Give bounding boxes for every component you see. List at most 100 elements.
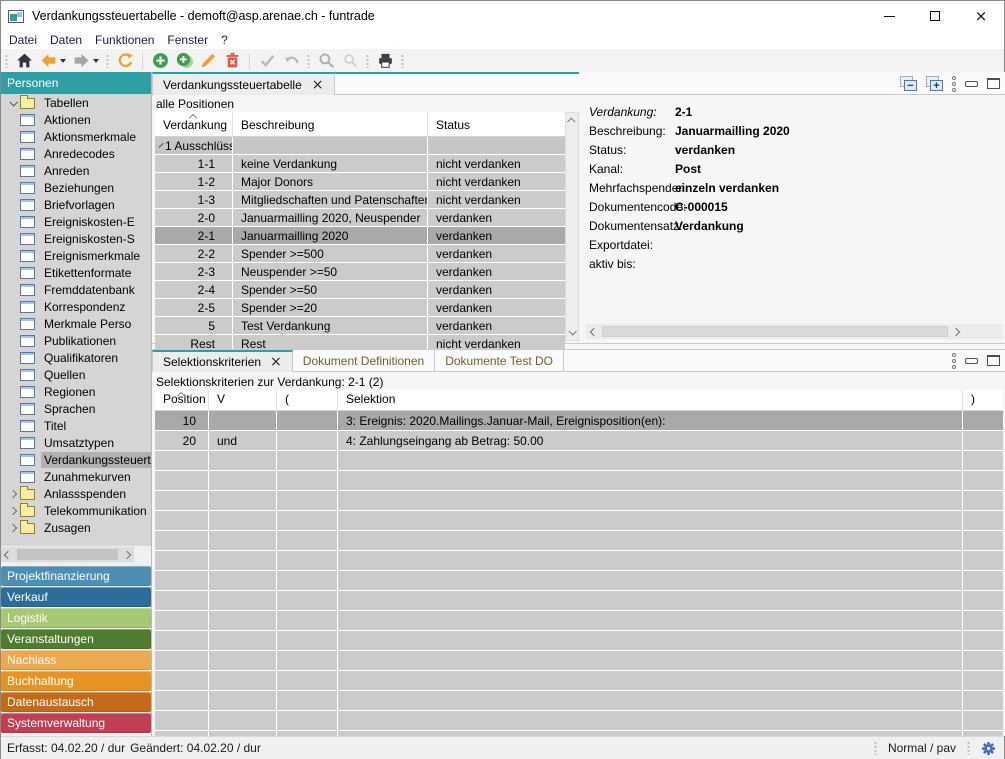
empty-row[interactable] <box>155 691 1003 710</box>
panel-maximize-button[interactable] <box>987 78 1000 89</box>
menu-item[interactable]: Funktionen <box>95 33 154 47</box>
empty-row[interactable] <box>155 531 1003 550</box>
tree-item[interactable]: Korrespondenz <box>1 298 151 315</box>
empty-row[interactable] <box>155 451 1003 470</box>
table-row[interactable]: 1-3 Mitgliedschaften und Patenschaften n… <box>155 191 565 208</box>
table-row[interactable]: 2-5 Spender >=20 verdanken <box>155 299 565 316</box>
scroll-left-icon[interactable] <box>4 550 12 558</box>
empty-row[interactable] <box>155 651 1003 670</box>
tree-item[interactable]: Zunahmekurven <box>1 468 151 485</box>
empty-row[interactable] <box>155 711 1003 730</box>
empty-row[interactable] <box>155 571 1003 590</box>
empty-row[interactable] <box>155 511 1003 530</box>
search-secondary-button[interactable] <box>340 51 360 71</box>
add-button[interactable] <box>150 51 170 71</box>
empty-row[interactable] <box>155 611 1003 630</box>
module-button[interactable]: Datenaustausch <box>1 692 151 712</box>
position-filter[interactable]: alle Positionen <box>156 97 234 111</box>
tab[interactable]: Dokument Definitionen × <box>293 350 435 372</box>
delete-button[interactable] <box>222 51 242 71</box>
table-group-row[interactable]: 1 Ausschlüsse <box>155 137 565 154</box>
column-header-open-paren[interactable]: ( <box>277 390 338 410</box>
tree-item[interactable]: Anlassspenden <box>1 485 151 502</box>
criteria-row[interactable]: 20 und 4: Zahlungseingang ab Betrag: 50.… <box>155 431 1003 450</box>
maximize-button[interactable] <box>912 1 958 31</box>
home-button[interactable] <box>14 51 34 71</box>
tree-item[interactable]: Ereigniskosten-S <box>1 230 151 247</box>
scrollbar-thumb[interactable] <box>17 549 118 560</box>
module-button[interactable]: Systemverwaltung <box>1 713 151 733</box>
menu-item[interactable]: Daten <box>50 33 82 47</box>
column-header-close-paren[interactable]: ) <box>963 390 1003 410</box>
tab[interactable]: Selektionskriterien × <box>152 350 293 372</box>
tree-item[interactable]: Titel <box>1 417 151 434</box>
tree-item[interactable]: Ereigniskosten-E <box>1 213 151 230</box>
empty-row[interactable] <box>155 671 1003 690</box>
tree-item[interactable]: Regionen <box>1 383 151 400</box>
empty-row[interactable] <box>155 471 1003 490</box>
tree-item[interactable]: Anredecodes <box>1 145 151 162</box>
empty-row[interactable] <box>155 631 1003 650</box>
table-row[interactable]: 2-1 Januarmailling 2020 verdanken <box>155 227 565 244</box>
menu-item[interactable]: Datei <box>9 33 37 47</box>
tree-item[interactable]: Telekommunikation <box>1 502 151 519</box>
back-button[interactable] <box>38 51 58 71</box>
empty-row[interactable] <box>155 591 1003 610</box>
undo-button[interactable] <box>281 51 301 71</box>
tree-item[interactable]: Umsatztypen <box>1 434 151 451</box>
search-button[interactable] <box>316 51 336 71</box>
confirm-button[interactable] <box>257 51 277 71</box>
refresh-button[interactable] <box>115 51 135 71</box>
empty-row[interactable] <box>155 491 1003 510</box>
add-linked-button[interactable] <box>174 51 194 71</box>
tab-close-icon[interactable]: × <box>270 355 282 369</box>
column-header-selektion[interactable]: Selektion <box>338 390 963 410</box>
module-button[interactable]: Verkauf <box>1 587 151 607</box>
tree-item[interactable]: Ereignismerkmale <box>1 247 151 264</box>
panel-menu-button[interactable] <box>952 76 956 92</box>
panel-maximize-button[interactable] <box>987 355 1000 366</box>
forward-button[interactable] <box>71 51 91 71</box>
tab-verdankungssteuertabelle[interactable]: Verdankungssteuertabelle × <box>152 72 335 95</box>
table-row[interactable]: 2-3 Neuspender >=50 verdanken <box>155 263 565 280</box>
menu-item[interactable]: ? <box>221 33 228 47</box>
tree-item[interactable]: Sprachen <box>1 400 151 417</box>
panel-menu-button[interactable] <box>952 353 956 369</box>
tree-horizontal-scrollbar[interactable] <box>1 547 134 562</box>
tree-item[interactable]: Quellen <box>1 366 151 383</box>
tree-item[interactable]: Etikettenformate <box>1 264 151 281</box>
scroll-right-icon[interactable] <box>952 327 960 335</box>
tree-item[interactable]: Beziehungen <box>1 179 151 196</box>
tree-item[interactable]: Merkmale Perso <box>1 315 151 332</box>
expand-all-button[interactable]: + <box>926 76 943 91</box>
table-vertical-scrollbar[interactable] <box>565 112 579 341</box>
tree-item[interactable]: Zusagen <box>1 519 151 536</box>
settings-gear-icon[interactable] <box>981 741 996 756</box>
panel-minimize-button[interactable] <box>965 358 978 364</box>
table-row[interactable]: 5 Test Verdankung verdanken <box>155 317 565 334</box>
tree-item[interactable]: Aktionsmerkmale <box>1 128 151 145</box>
forward-dropdown-caret[interactable] <box>93 59 99 63</box>
module-button[interactable]: Projektfinanzierung <box>1 566 151 586</box>
tab-close-icon[interactable]: × <box>312 78 324 92</box>
module-button[interactable]: Buchhaltung <box>1 671 151 691</box>
column-header-beschreibung[interactable]: Beschreibung <box>233 112 428 136</box>
tree-item[interactable]: Aktionen <box>1 111 151 128</box>
tree-root-tabellen[interactable]: Tabellen <box>1 94 151 111</box>
table-row[interactable]: 2-4 Spender >=50 verdanken <box>155 281 565 298</box>
module-button[interactable]: Veranstaltungen <box>1 629 151 649</box>
edit-button[interactable] <box>198 51 218 71</box>
table-row[interactable]: 2-2 Spender >=500 verdanken <box>155 245 565 262</box>
module-button[interactable]: Logistik <box>1 608 151 628</box>
tree-item[interactable]: Verdankungssteuertabelle <box>1 451 151 468</box>
tree-item[interactable]: Briefvorlagen <box>1 196 151 213</box>
table-row[interactable]: 1-2 Major Donors nicht verdanken <box>155 173 565 190</box>
menu-item[interactable]: Fenster <box>167 33 208 47</box>
panel-minimize-button[interactable] <box>965 81 978 87</box>
column-header-status[interactable]: Status <box>428 112 565 136</box>
minimize-button[interactable] <box>866 1 912 31</box>
tree-item[interactable]: Anreden <box>1 162 151 179</box>
scrollbar-thumb[interactable] <box>602 326 948 337</box>
scroll-right-icon[interactable] <box>123 550 131 558</box>
criteria-row[interactable]: 10 3: Ereignis: 2020.Mailings.Januar-Mai… <box>155 411 1003 430</box>
